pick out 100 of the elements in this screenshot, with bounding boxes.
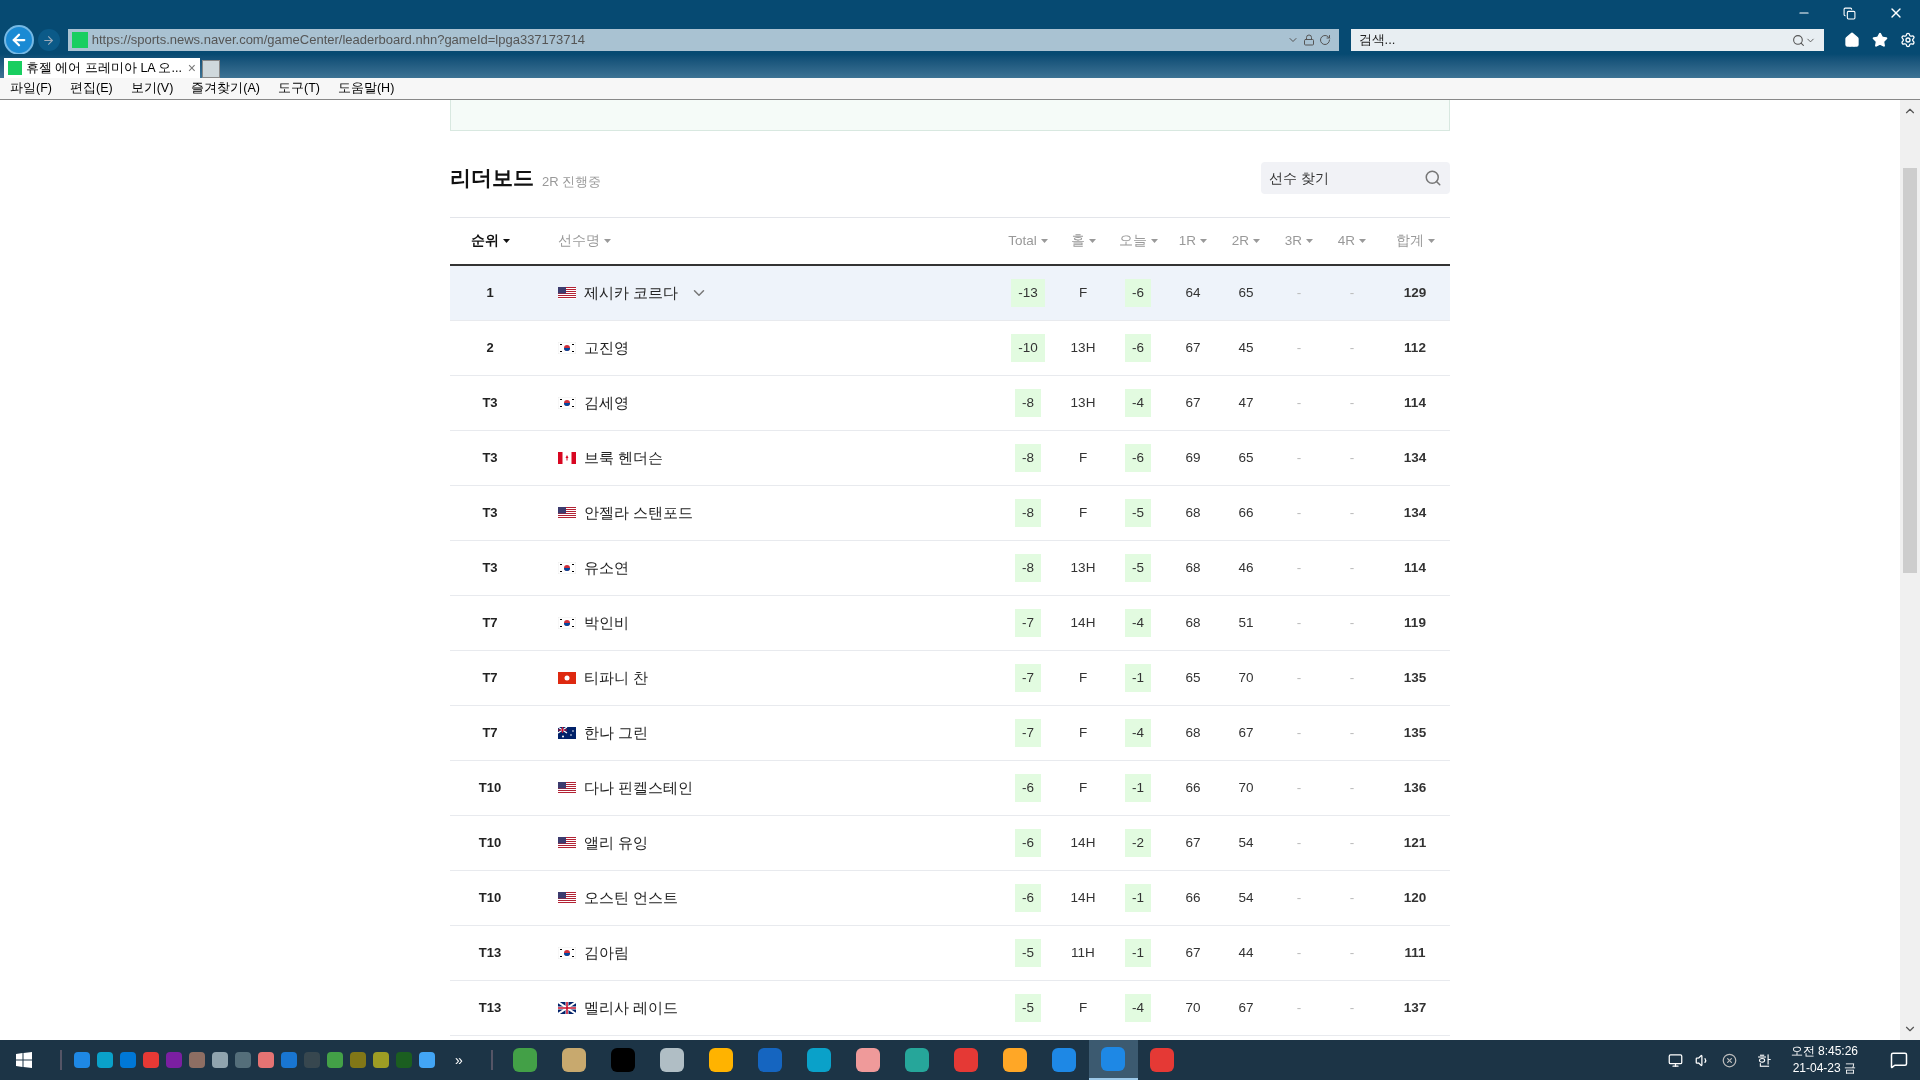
search-icon[interactable] — [1792, 33, 1805, 47]
today-score: -4 — [1125, 993, 1151, 1023]
scroll-thumb[interactable] — [1903, 167, 1917, 573]
menu-item[interactable]: 즐겨찾기(A) — [191, 79, 260, 98]
round-score: 66 — [1185, 888, 1201, 907]
today-score: -4 — [1125, 388, 1151, 418]
today-score: -1 — [1125, 883, 1151, 913]
taskbar-app-icon[interactable] — [189, 1052, 205, 1068]
leaderboard-row[interactable]: 1 제시카 코르다 -13 F -6 64 65 - - 129 — [450, 266, 1450, 321]
restore-icon[interactable] — [1843, 6, 1856, 20]
player-name[interactable]: 한나 그린 — [584, 721, 649, 745]
round-score: 46 — [1238, 558, 1254, 577]
column-header[interactable]: 순위 — [470, 230, 510, 252]
hole-cell-text: F — [1078, 778, 1088, 797]
round-score: - — [1296, 613, 1302, 632]
search-icon[interactable] — [1424, 169, 1442, 187]
hole-cell-text: 14H — [1070, 833, 1096, 852]
menu-item[interactable]: 도움말(H) — [337, 79, 395, 98]
taskbar-app-icon[interactable] — [327, 1052, 343, 1068]
settings-icon[interactable] — [1900, 32, 1916, 48]
player-name[interactable]: 안젤라 스탠포드 — [584, 501, 694, 525]
new-tab-button[interactable] — [202, 60, 220, 78]
total-score: -10 — [1011, 333, 1045, 363]
hole-cell-text: 13H — [1070, 393, 1096, 412]
round-score: 67 — [1238, 723, 1254, 742]
round-score: 67 — [1185, 338, 1201, 357]
favorites-icon[interactable] — [1872, 32, 1888, 48]
player-search-field[interactable]: 선수 찾기 — [1261, 162, 1450, 194]
round-score: 68 — [1185, 558, 1201, 577]
round-score: - — [1296, 833, 1302, 852]
total-strokes: 112 — [1404, 338, 1426, 357]
forward-button[interactable] — [37, 29, 60, 51]
taskbar-app-button[interactable] — [1088, 1040, 1138, 1080]
refresh-icon[interactable] — [1318, 34, 1331, 46]
flag-icon — [558, 892, 576, 904]
total-score: -8 — [1015, 388, 1041, 418]
taskbar-app-icon[interactable] — [419, 1052, 435, 1068]
menu-item[interactable]: 파일(F) — [10, 79, 52, 98]
round-score: 68 — [1185, 503, 1201, 522]
today-score: -1 — [1125, 938, 1151, 968]
hole-cell-text: 13H — [1070, 338, 1096, 357]
player-name[interactable]: 오스틴 언스트 — [584, 886, 679, 910]
menu-item[interactable]: 편집(E) — [69, 79, 113, 98]
taskbar-app-icon[interactable] — [258, 1052, 274, 1068]
flag-icon — [558, 562, 576, 574]
taskbar-app-icon[interactable] — [74, 1052, 90, 1068]
status-icon[interactable] — [1721, 1052, 1737, 1068]
round-score: 68 — [1185, 613, 1201, 632]
search-input: 검색... — [1358, 30, 1792, 50]
round-score: - — [1349, 338, 1355, 357]
network-icon[interactable] — [1667, 1052, 1683, 1068]
search-field[interactable]: 검색... — [1350, 29, 1824, 51]
total-strokes: 119 — [1404, 613, 1426, 632]
notification-icon[interactable] — [1890, 1051, 1908, 1069]
round-score: - — [1296, 393, 1302, 412]
scrollbar[interactable] — [1900, 100, 1920, 1040]
player-name[interactable]: 다나 핀켈스테인 — [584, 776, 694, 800]
taskbar-app-icon[interactable] — [97, 1052, 113, 1068]
tab-close[interactable]: × — [187, 57, 196, 79]
site-icon — [8, 61, 22, 75]
back-button[interactable] — [4, 25, 34, 55]
home-icon[interactable] — [1844, 32, 1860, 48]
player-name[interactable]: 유소연 — [584, 556, 629, 580]
taskbar-app-icon[interactable] — [143, 1052, 159, 1068]
overflow-chevron[interactable]: » — [455, 1049, 463, 1071]
flag-icon — [558, 782, 576, 794]
player-name[interactable]: 박인비 — [584, 611, 629, 635]
windows-start-icon[interactable] — [16, 1052, 32, 1068]
address-bar[interactable]: https://sports.news.naver.com/gameCenter/leaderboard.nhn?gameId=lpga337173714 — [67, 29, 1339, 51]
taskbar-app-icon[interactable] — [235, 1052, 251, 1068]
total-strokes: 136 — [1403, 778, 1427, 797]
player-name[interactable]: 브룩 헨더슨 — [584, 446, 664, 470]
round-score: - — [1349, 283, 1355, 302]
player-name[interactable]: 앨리 유잉 — [584, 831, 649, 855]
taskbar-app-icon[interactable] — [350, 1052, 366, 1068]
rank-cell-text: T3 — [482, 394, 498, 413]
ime-indicator[interactable]: 한 — [1756, 1049, 1771, 1071]
menu-item[interactable]: 도구(T) — [278, 79, 320, 98]
player-name[interactable]: 제시카 코르다 — [584, 281, 679, 305]
player-name[interactable]: 고진영 — [584, 336, 629, 360]
taskbar-app-icon[interactable] — [373, 1052, 389, 1068]
round-score: 66 — [1238, 503, 1254, 522]
round-score: - — [1296, 338, 1302, 357]
player-name[interactable]: 멜리사 레이드 — [584, 996, 679, 1020]
round-score: - — [1349, 998, 1355, 1017]
taskbar-app-icon[interactable] — [281, 1052, 297, 1068]
taskbar-app-icon[interactable] — [212, 1052, 228, 1068]
player-name[interactable]: 김세영 — [584, 391, 629, 415]
browser-tab[interactable]: 휴젤 에어 프레미아 LA 오... × — [4, 58, 200, 78]
today-score: -6 — [1125, 443, 1151, 473]
round-score: 70 — [1238, 668, 1254, 687]
total-strokes: 114 — [1404, 393, 1426, 412]
taskbar-app-icon[interactable] — [120, 1052, 136, 1068]
menu-item[interactable]: 보기(V) — [130, 79, 174, 98]
player-name[interactable]: 티파니 찬 — [584, 666, 649, 690]
sort-caret-icon — [1088, 239, 1096, 243]
player-name[interactable]: 김아림 — [584, 941, 629, 965]
today-score: -1 — [1125, 663, 1151, 693]
round-score: - — [1296, 503, 1302, 522]
round-score: 44 — [1238, 943, 1254, 962]
